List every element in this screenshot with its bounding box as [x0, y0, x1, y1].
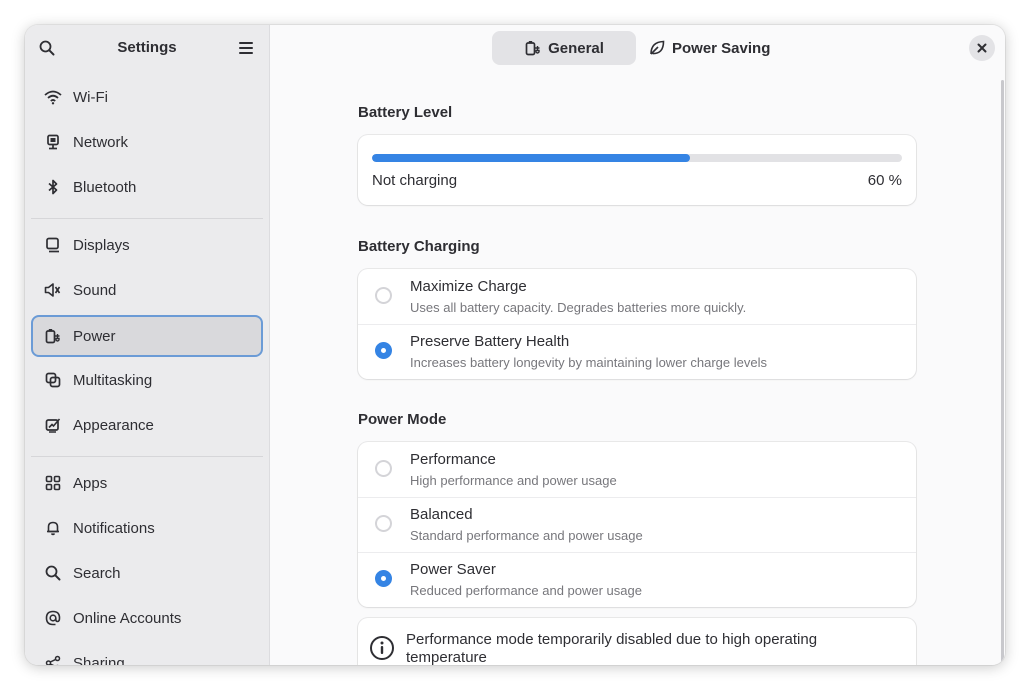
info-icon: [369, 635, 395, 661]
sidebar-item-notifications[interactable]: Notifications: [31, 507, 263, 549]
sidebar-item-wifi[interactable]: Wi-Fi: [31, 76, 263, 118]
sidebar-item-label: Apps: [73, 474, 108, 492]
apps-grid-icon: [44, 474, 62, 492]
sidebar-item-appearance[interactable]: Appearance: [31, 404, 263, 446]
sidebar-item-online-accounts[interactable]: Online Accounts: [31, 597, 263, 639]
option-title: Performance: [410, 451, 496, 468]
option-subtitle: Reduced performance and power usage: [410, 583, 642, 598]
tab-power-saving[interactable]: Power Saving: [648, 31, 778, 65]
battery-level-card: Not charging 60 %: [358, 135, 916, 205]
leaf-icon: [648, 39, 666, 57]
sidebar-divider: [31, 218, 263, 219]
sidebar-item-search[interactable]: Search: [31, 552, 263, 594]
option-power-saver[interactable]: Power Saver Reduced performance and powe…: [358, 552, 916, 607]
battery-progress-bar: [372, 154, 902, 162]
sidebar-item-multitasking[interactable]: Multitasking: [31, 359, 263, 401]
power-mode-title: Power Mode: [358, 411, 447, 428]
option-performance[interactable]: Performance High performance and power u…: [358, 442, 916, 497]
tab-label: General: [548, 39, 604, 57]
option-subtitle: Standard performance and power usage: [410, 528, 643, 543]
battery-status: Not charging: [372, 172, 458, 189]
sidebar-header: Settings: [25, 25, 269, 71]
sidebar-item-label: Appearance: [73, 416, 154, 434]
hamburger-menu-icon[interactable]: [232, 34, 260, 62]
option-subtitle: Increases battery longevity by maintaini…: [410, 355, 767, 370]
display-icon: [44, 236, 62, 254]
appearance-icon: [44, 416, 62, 434]
battery-level-title: Battery Level: [358, 104, 453, 121]
battery-plug-icon: [44, 327, 62, 345]
sidebar: Settings Wi-Fi Network Bluetooth Display…: [25, 25, 270, 665]
info-text: Performance mode temporarily disabled du…: [406, 631, 818, 665]
sidebar-item-sharing[interactable]: Sharing: [31, 642, 263, 665]
option-preserve-battery-health[interactable]: Preserve Battery Health Increases batter…: [358, 324, 916, 379]
battery-charging-title: Battery Charging: [358, 238, 480, 255]
sidebar-item-bluetooth[interactable]: Bluetooth: [31, 166, 263, 208]
wifi-icon: [44, 88, 62, 106]
bell-icon: [44, 519, 62, 537]
sidebar-item-apps[interactable]: Apps: [31, 462, 263, 504]
network-icon: [44, 133, 62, 151]
battery-plug-icon: [524, 39, 542, 57]
battery-percent: 60 %: [867, 172, 902, 189]
sidebar-item-label: Bluetooth: [73, 178, 137, 196]
close-icon[interactable]: [969, 35, 995, 61]
scrollbar[interactable]: [1001, 80, 1004, 665]
sidebar-item-power[interactable]: Power: [31, 315, 263, 357]
radio-button[interactable]: [375, 342, 392, 359]
radio-button[interactable]: [375, 570, 392, 587]
multitasking-icon: [44, 371, 62, 389]
option-maximize-charge[interactable]: Maximize Charge Uses all battery capacit…: [358, 269, 916, 324]
radio-button[interactable]: [375, 515, 392, 532]
sidebar-item-sound[interactable]: Sound: [31, 269, 263, 311]
share-icon: [44, 654, 62, 665]
speaker-icon: [44, 281, 62, 299]
sidebar-divider: [31, 456, 263, 457]
option-subtitle: Uses all battery capacity. Degrades batt…: [410, 300, 747, 315]
at-icon: [44, 609, 62, 627]
sidebar-item-label: Power: [73, 327, 116, 345]
radio-button[interactable]: [375, 460, 392, 477]
battery-charging-card: Maximize Charge Uses all battery capacit…: [358, 269, 916, 379]
info-banner: Performance mode temporarily disabled du…: [358, 618, 916, 665]
sidebar-item-displays[interactable]: Displays: [31, 224, 263, 266]
option-balanced[interactable]: Balanced Standard performance and power …: [358, 497, 916, 552]
sidebar-item-label: Wi-Fi: [73, 88, 108, 106]
bluetooth-icon: [44, 178, 62, 196]
sidebar-item-label: Search: [73, 564, 121, 582]
sidebar-item-label: Online Accounts: [73, 609, 182, 627]
sidebar-item-network[interactable]: Network: [31, 121, 263, 163]
settings-window: Settings Wi-Fi Network Bluetooth Display…: [25, 25, 1005, 665]
sidebar-item-label: Sharing: [73, 654, 125, 666]
sidebar-item-label: Multitasking: [73, 371, 153, 389]
radio-button[interactable]: [375, 287, 392, 304]
option-title: Power Saver: [410, 561, 496, 578]
option-subtitle: High performance and power usage: [410, 473, 617, 488]
option-title: Preserve Battery Health: [410, 333, 570, 350]
sidebar-item-label: Displays: [73, 236, 130, 254]
battery-progress-fill: [372, 154, 690, 162]
tab-general[interactable]: General: [492, 31, 636, 65]
content-pane: General Power Saving Battery Level Not c…: [270, 25, 1005, 665]
option-title: Balanced: [410, 506, 473, 523]
sidebar-item-label: Sound: [73, 281, 117, 299]
power-mode-card: Performance High performance and power u…: [358, 442, 916, 607]
sidebar-item-label: Notifications: [73, 519, 155, 537]
option-title: Maximize Charge: [410, 278, 527, 295]
tab-label: Power Saving: [672, 39, 771, 57]
sidebar-item-label: Network: [73, 133, 129, 151]
search-icon: [44, 564, 62, 582]
